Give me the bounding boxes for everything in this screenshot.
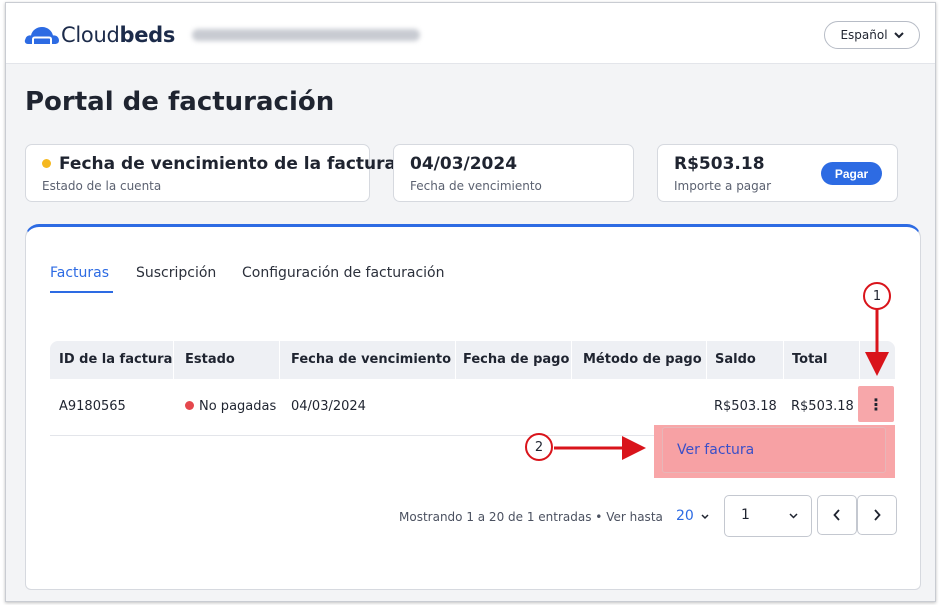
- column-header-balance[interactable]: Saldo: [715, 352, 756, 367]
- due-date-cell: 04/03/2024: [291, 399, 366, 414]
- page-number-select[interactable]: 1: [724, 495, 812, 537]
- annotation-marker-2: 2: [525, 433, 553, 461]
- redacted-property-name: [192, 29, 420, 41]
- due-date-value: 04/03/2024: [410, 154, 518, 174]
- due-date-label: Fecha de vencimiento: [410, 179, 542, 193]
- chevron-down-icon: [893, 31, 904, 38]
- tab-subscription[interactable]: Suscripción: [136, 265, 216, 281]
- top-bar: Cloudbeds Español: [6, 3, 935, 64]
- browser-frame: Cloudbeds Español Portal de facturación …: [5, 2, 936, 602]
- previous-page-button[interactable]: [817, 495, 857, 535]
- chevron-left-icon: [833, 509, 840, 521]
- column-header-payment-date[interactable]: Fecha de pago: [463, 352, 569, 367]
- total-cell: R$503.18: [791, 399, 854, 414]
- view-invoice-menu-item[interactable]: Ver factura: [662, 427, 886, 473]
- account-status-label: Estado de la cuenta: [42, 179, 162, 193]
- amount-due-card: R$503.18 Importe a pagar Pagar: [657, 144, 898, 202]
- status-badge: No pagadas: [185, 399, 276, 414]
- next-page-button[interactable]: [857, 495, 897, 535]
- tab-invoices[interactable]: Facturas: [50, 265, 109, 281]
- active-tab-indicator: [50, 291, 113, 293]
- per-page-select[interactable]: 20: [676, 508, 709, 524]
- tab-billing-settings[interactable]: Configuración de facturación: [242, 265, 444, 281]
- annotation-marker-1: 1: [863, 282, 891, 310]
- pay-button[interactable]: Pagar: [821, 162, 882, 185]
- status-dot-icon: [42, 158, 51, 168]
- amount-due-value: R$503.18: [674, 154, 765, 174]
- column-header-due-date[interactable]: Fecha de vencimiento: [291, 352, 451, 367]
- due-date-card: 04/03/2024 Fecha de vencimiento: [393, 144, 634, 202]
- column-header-payment-method[interactable]: Método de pago: [583, 352, 702, 367]
- chevron-down-icon: [701, 514, 709, 520]
- status-dot-icon: [185, 401, 194, 410]
- account-status-card: Fecha de vencimiento de la factura Estad…: [25, 144, 396, 202]
- cloud-icon: [24, 27, 60, 44]
- language-select[interactable]: Español: [824, 21, 920, 49]
- row-actions-kebab-icon[interactable]: ⋮: [858, 386, 894, 422]
- chevron-right-icon: [874, 509, 881, 521]
- column-header-invoice-id[interactable]: ID de la factura: [59, 352, 172, 367]
- invoices-panel: Facturas Suscripción Configuración de fa…: [25, 224, 921, 590]
- cloudbeds-logo[interactable]: Cloudbeds: [24, 21, 175, 49]
- invoice-id[interactable]: A9180565: [59, 399, 126, 414]
- account-status-value: Fecha de vencimiento de la factura: [42, 154, 396, 174]
- balance-cell: R$503.18: [714, 399, 777, 414]
- language-label: Español: [840, 28, 888, 42]
- brand-name: Cloudbeds: [61, 23, 176, 47]
- table-header: ID de la factura Estado Fecha de vencimi…: [50, 341, 895, 379]
- amount-due-label: Importe a pagar: [674, 179, 772, 193]
- column-header-status[interactable]: Estado: [185, 352, 235, 367]
- pagination-summary: Mostrando 1 a 20 de 1 entradas • Ver has…: [399, 510, 663, 524]
- chevron-down-icon: [789, 513, 798, 519]
- current-page: 1: [741, 507, 750, 523]
- column-header-total[interactable]: Total: [792, 352, 828, 367]
- page-title: Portal de facturación: [25, 87, 335, 117]
